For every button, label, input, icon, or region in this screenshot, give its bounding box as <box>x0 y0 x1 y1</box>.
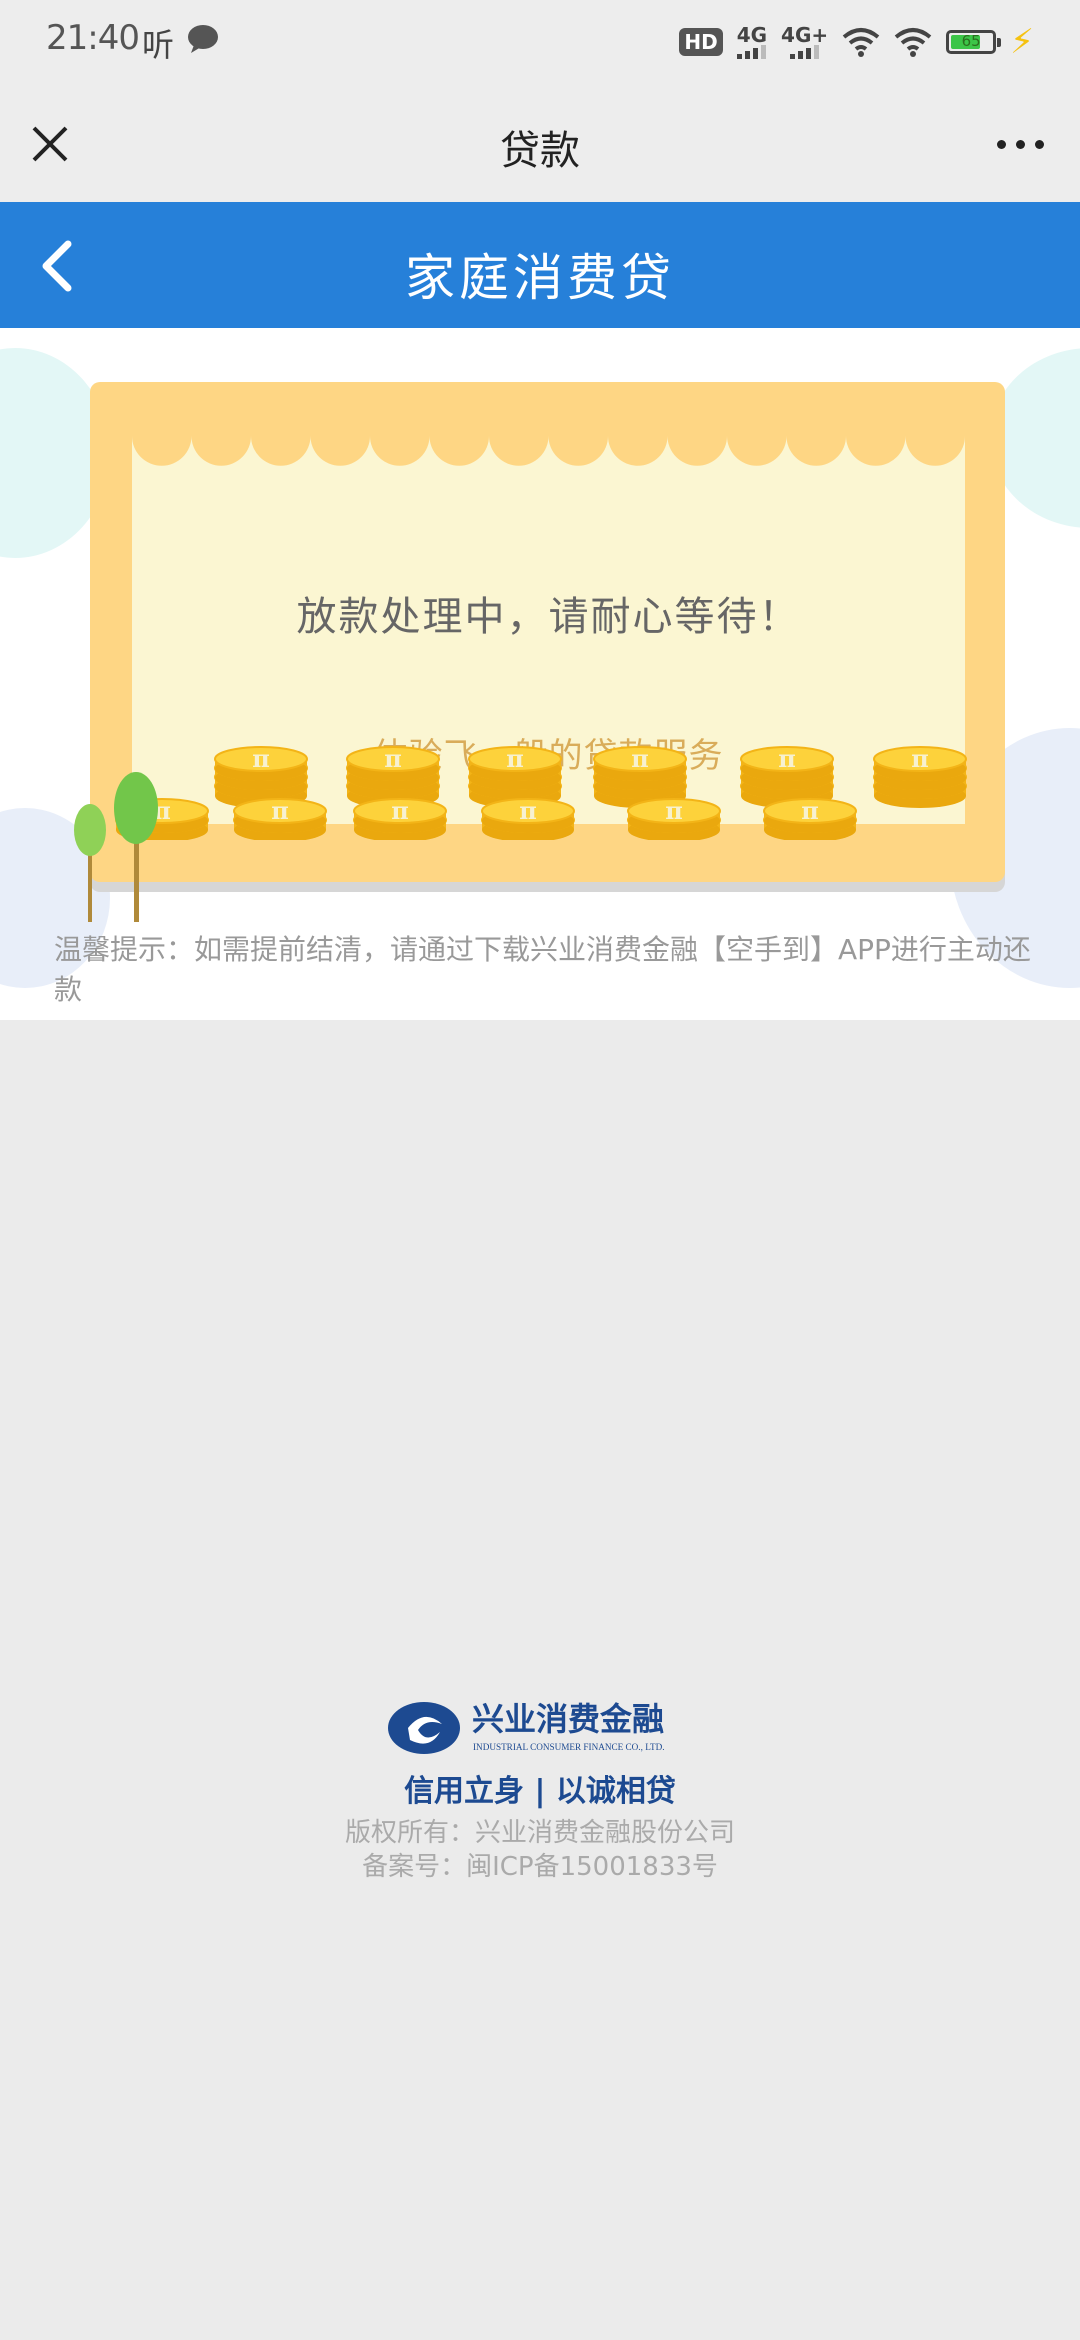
battery-level: 65 <box>961 32 981 50</box>
coin-icon: π <box>911 744 929 773</box>
wifi-icon <box>894 28 932 57</box>
coin-icon: π <box>391 796 409 825</box>
network-label: 4G+ <box>781 23 829 47</box>
wifi-icon <box>842 28 880 57</box>
message-icon <box>186 24 220 58</box>
signal-4g-plus: 4G+ <box>781 25 828 59</box>
header-title: 家庭消费贷 <box>405 249 675 307</box>
more-icon[interactable] <box>990 134 1050 154</box>
repayment-tip: 温馨提示：如需提前结清，请通过下载兴业消费金融【空手到】APP进行主动还款 <box>54 933 1031 1006</box>
status-time: 21:40 <box>46 18 140 58</box>
coin-icon: π <box>631 744 649 773</box>
status-bar: 21:40 听 HD 4G 4G+ 65 ⚡ <box>0 0 1080 84</box>
ting-icon: 听 <box>142 26 175 64</box>
status-message: 放款处理中，请耐心等待！ <box>296 594 801 640</box>
icp-text: 备案号：闽ICP备15001833号 <box>362 1852 718 1882</box>
hd-badge: HD <box>679 28 723 56</box>
signal-bars-icon <box>737 45 767 59</box>
signal-bars-icon <box>790 45 820 59</box>
coin-icon: π <box>665 796 683 825</box>
title-bar: 贷款 <box>0 84 1080 202</box>
status-indicators: HD 4G 4G+ 65 ⚡ <box>679 22 1034 62</box>
coin-icon: π <box>271 796 289 825</box>
coins-illustration: π π π π π ππ π π π π π <box>115 744 967 840</box>
copyright-info: 版权所有：兴业消费金融股份公司 备案号：闽ICP备15001833号 <box>0 1816 1080 1884</box>
scallop-border <box>132 424 965 466</box>
coin-icon: π <box>801 796 819 825</box>
coin-icon: π <box>506 744 524 773</box>
brand-name-en: INDUSTRIAL CONSUMER FINANCE CO., LTD. <box>473 1742 665 1752</box>
product-header: 家庭消费贷 <box>0 202 1080 328</box>
brand-logo: 兴业消费金融 INDUSTRIAL CONSUMER FINANCE CO., … <box>388 1700 665 1754</box>
network-label: 4G <box>736 23 768 47</box>
coin-icon: π <box>778 744 796 773</box>
brand-name: 兴业消费金融 <box>472 1700 664 1738</box>
brand-motto: 信用立身 | 以诚相贷 <box>404 1774 676 1809</box>
signal-4g: 4G <box>737 25 767 59</box>
coin-icon: π <box>384 744 402 773</box>
tree-icon <box>74 772 158 922</box>
copyright-text: 版权所有：兴业消费金融股份公司 <box>344 1818 735 1848</box>
battery-icon: 65 <box>946 30 1002 54</box>
loan-status-section: 放款处理中，请耐心等待！ 体验飞一般的贷款服务 ππππππππππππ 温馨提… <box>0 328 1080 1020</box>
page-title: 贷款 <box>500 128 580 174</box>
coin-icon: π <box>519 796 537 825</box>
coin-icon: π <box>252 744 270 773</box>
charging-icon: ⚡ <box>1010 22 1034 62</box>
